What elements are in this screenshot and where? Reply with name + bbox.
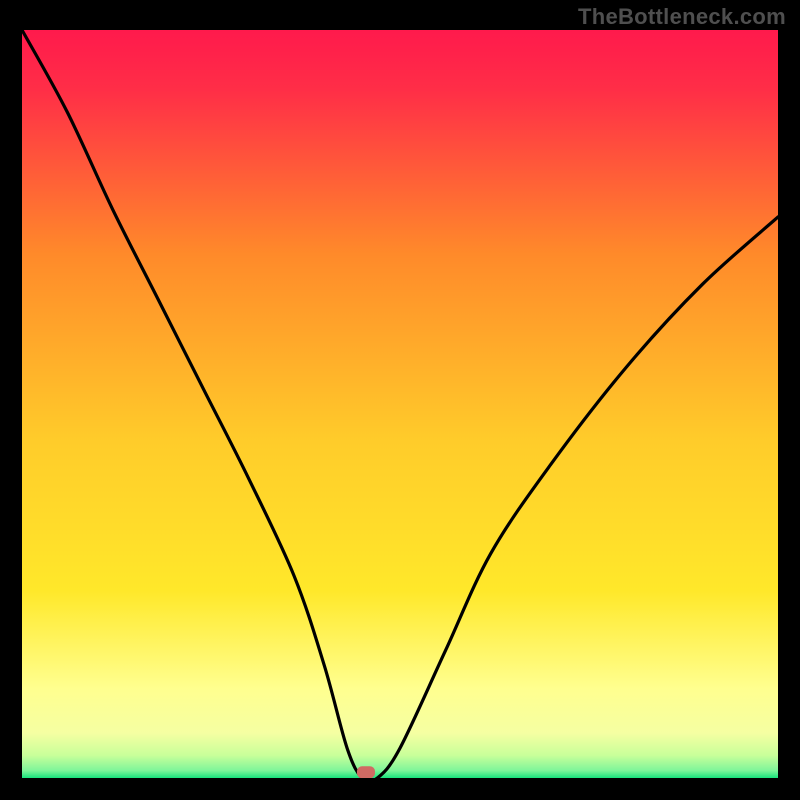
optimal-marker-icon xyxy=(357,766,375,778)
bottleneck-plot xyxy=(22,30,778,778)
gradient-background xyxy=(22,30,778,778)
plot-svg xyxy=(22,30,778,778)
attribution-text: TheBottleneck.com xyxy=(578,4,786,30)
chart-frame: TheBottleneck.com xyxy=(0,0,800,800)
